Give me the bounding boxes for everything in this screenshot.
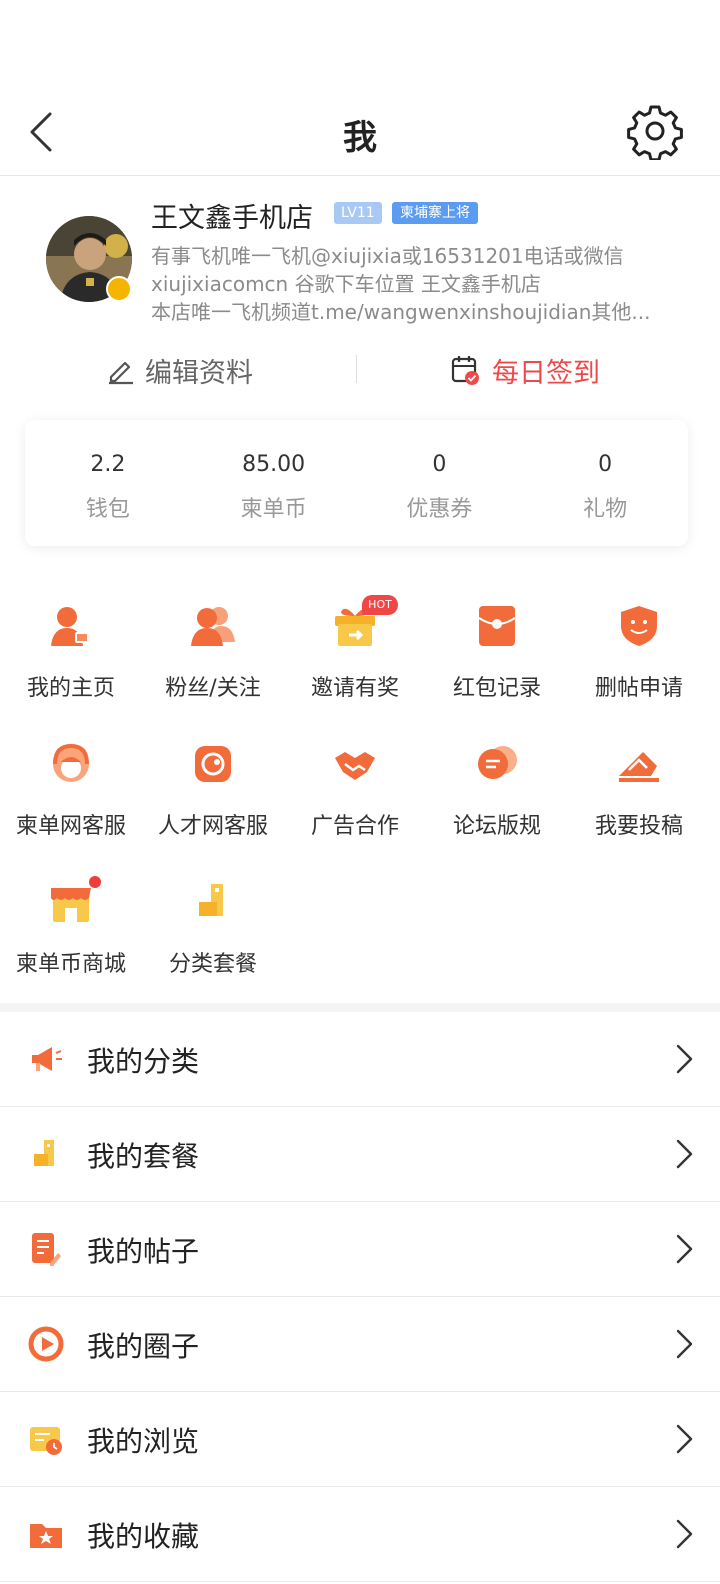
grid-item-forum-rules[interactable]: 论坛版规 — [426, 734, 568, 872]
wallet-item[interactable]: 2.2 钱包 — [25, 420, 191, 546]
profile-name: 王文鑫手机店 — [151, 203, 313, 234]
list-item-label: 我的收藏 — [87, 1520, 200, 1553]
status-bar-area — [0, 0, 720, 88]
coin-item[interactable]: 85.00 柬单币 — [191, 420, 357, 546]
history-icon — [28, 1421, 64, 1457]
chevron-right-icon — [676, 1329, 693, 1359]
edit-profile-button[interactable]: 编辑资料 — [105, 345, 253, 395]
forum-rules-icon — [473, 740, 521, 788]
gear-icon — [627, 105, 683, 162]
notification-dot — [89, 876, 101, 888]
coupon-item[interactable]: 0 优惠券 — [357, 420, 523, 546]
wallet-value: 2.2 — [90, 452, 126, 477]
daily-checkin-label: 每日签到 — [492, 357, 600, 389]
grid-item-invite[interactable]: 邀请有奖 — [284, 596, 426, 734]
gift-label: 礼物 — [583, 497, 628, 522]
grid-label: 广告合作 — [310, 814, 399, 839]
level-badge: LV11 — [334, 202, 382, 224]
settings-button[interactable] — [626, 102, 684, 162]
profile-actions: 编辑资料 每日签到 — [0, 345, 720, 395]
grid-item-talent-service[interactable]: 人才网客服 — [142, 734, 284, 872]
chevron-right-icon — [676, 1519, 693, 1549]
bio-line: xiujixiacomcn 谷歌下车位置 王文鑫手机店 — [151, 272, 541, 296]
grid-label: 论坛版规 — [452, 814, 541, 839]
delete-post-icon — [615, 602, 663, 650]
grid-item-ad-cooperation[interactable]: 广告合作 — [284, 734, 426, 872]
handshake-icon — [331, 740, 379, 788]
grid-item-coin-shop[interactable]: 柬单币商城 — [0, 872, 142, 1010]
list-item-my-favorites[interactable]: 我的收藏 — [0, 1487, 720, 1582]
grid-item-package[interactable]: 分类套餐 — [142, 872, 284, 1010]
function-grid: 我的主页 粉丝/关注 邀请有奖 红包记录 删帖申请 柬单网客服 人才网客服 广告… — [0, 596, 720, 1010]
coin-value: 85.00 — [242, 452, 306, 477]
divider — [356, 355, 357, 383]
list-item-my-posts[interactable]: 我的帖子 — [0, 1202, 720, 1297]
calendar-check-icon — [451, 356, 479, 385]
gift-value: 0 — [598, 452, 613, 477]
hot-badge: HOT — [362, 595, 398, 615]
grid-label: 柬单币商城 — [15, 952, 126, 977]
coin-label: 柬单币 — [240, 497, 307, 522]
grid-item-submit[interactable]: 我要投稿 — [568, 734, 710, 872]
grid-item-delete-post[interactable]: 删帖申请 — [568, 596, 710, 734]
megaphone-icon — [28, 1041, 64, 1077]
list-item-label: 我的圈子 — [87, 1330, 200, 1363]
homepage-icon — [47, 602, 95, 650]
package-icon — [189, 878, 237, 926]
chevron-right-icon — [676, 1234, 693, 1264]
list-item-label: 我的分类 — [87, 1045, 200, 1078]
profile-bio: 有事飞机唯一飞机@xiujixia或16531201电话或微信 xiujixia… — [151, 242, 691, 326]
chevron-right-icon — [676, 1044, 693, 1074]
menu-list: 我的分类 我的套餐 我的帖子 我的圈子 我的浏览 我的收藏 — [0, 1012, 720, 1582]
submit-icon — [615, 740, 663, 788]
coupon-value: 0 — [432, 452, 447, 477]
shop-icon — [47, 878, 95, 926]
grid-label: 邀请有奖 — [310, 676, 399, 701]
grid-item-red-packet[interactable]: 红包记录 — [426, 596, 568, 734]
wallet-label: 钱包 — [85, 497, 130, 522]
chevron-right-icon — [676, 1139, 693, 1169]
bio-line: 本店唯一飞机频道t.me/wangwenxinshoujidian其他... — [151, 300, 651, 324]
post-icon — [28, 1231, 64, 1267]
rank-badge: 柬埔寨上将 — [392, 202, 478, 224]
grid-label: 我的主页 — [26, 676, 115, 701]
grid-label: 分类套餐 — [168, 952, 257, 977]
bio-line: 有事飞机唯一飞机@xiujixia或16531201电话或微信 — [151, 244, 624, 268]
grid-label: 柬单网客服 — [15, 814, 126, 839]
verified-badge-icon — [106, 276, 132, 302]
section-separator — [0, 1003, 720, 1012]
grid-item-customer-service[interactable]: 柬单网客服 — [0, 734, 142, 872]
grid-label: 人才网客服 — [157, 814, 268, 839]
edit-profile-label: 编辑资料 — [145, 357, 253, 389]
list-item-my-packages[interactable]: 我的套餐 — [0, 1107, 720, 1202]
talent-service-icon — [189, 740, 237, 788]
grid-label: 我要投稿 — [594, 814, 683, 839]
list-item-label: 我的浏览 — [87, 1425, 200, 1458]
page-title: 我 — [343, 118, 377, 158]
grid-label: 粉丝/关注 — [165, 676, 261, 701]
coupon-label: 优惠券 — [406, 497, 473, 522]
list-item-my-history[interactable]: 我的浏览 — [0, 1392, 720, 1487]
list-item-my-categories[interactable]: 我的分类 — [0, 1012, 720, 1107]
list-item-label: 我的套餐 — [87, 1140, 200, 1173]
customer-service-icon — [47, 740, 95, 788]
list-item-my-circles[interactable]: 我的圈子 — [0, 1297, 720, 1392]
chevron-right-icon — [676, 1424, 693, 1454]
nav-bar: 我 — [0, 88, 720, 176]
favorite-folder-icon — [28, 1516, 64, 1552]
wallet-card: 2.2 钱包 85.00 柬单币 0 优惠券 0 礼物 — [25, 420, 688, 546]
circle-icon — [28, 1326, 64, 1362]
gift-item[interactable]: 0 礼物 — [522, 420, 688, 546]
grid-label: 红包记录 — [452, 676, 541, 701]
list-item-label: 我的帖子 — [87, 1235, 200, 1268]
package-icon — [28, 1136, 64, 1172]
pencil-icon — [109, 361, 133, 385]
grid-item-fans[interactable]: 粉丝/关注 — [142, 596, 284, 734]
fans-icon — [189, 602, 237, 650]
red-packet-icon — [473, 602, 521, 650]
grid-item-homepage[interactable]: 我的主页 — [0, 596, 142, 734]
daily-checkin-button[interactable]: 每日签到 — [450, 345, 600, 395]
grid-label: 删帖申请 — [594, 676, 683, 701]
